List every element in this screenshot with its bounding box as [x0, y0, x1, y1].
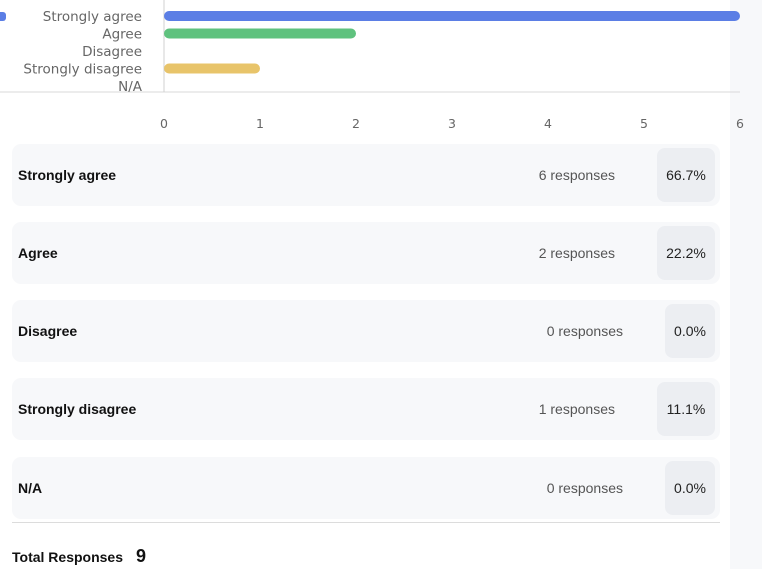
response-count: 0 responses: [546, 480, 623, 496]
option-label: Strongly agree: [18, 167, 117, 183]
x-tick-label: 3: [448, 116, 456, 131]
total-responses-label: Total Responses: [12, 549, 123, 565]
percent-badge: 0.0%: [665, 461, 715, 515]
option-label: Strongly disagree: [18, 401, 137, 417]
result-row-strongly-disagree: Strongly disagree 1 responses 11.1%: [12, 378, 720, 440]
response-count: 2 responses: [538, 245, 615, 261]
option-label: N/A: [18, 480, 43, 496]
bar-agree: [164, 28, 356, 39]
option-label: Disagree: [18, 323, 78, 339]
x-tick-label: 5: [640, 116, 648, 131]
bar-strongly-disagree: [164, 63, 260, 74]
result-row-agree: Agree 2 responses 22.2%: [12, 222, 720, 284]
percent-badge: 66.7%: [657, 148, 715, 202]
response-count: 1 responses: [538, 401, 615, 417]
chart-canvas: Strongly agree AgreeDisagree Strongly disa…: [0, 0, 744, 131]
divider: [12, 522, 720, 523]
response-count: 6 responses: [538, 167, 615, 183]
bar-strongly-agree: [164, 11, 740, 21]
x-tick-label: 0: [160, 116, 168, 131]
result-row-strongly-agree: Strongly agree 6 responses 66.7%: [12, 144, 720, 206]
responses-bar-chart: Strongly agree Agree Disagree Strongly disa…: [0, 0, 762, 140]
x-tick-label: 6: [736, 116, 744, 131]
y-tick-label: Strongly disagree: [23, 62, 142, 78]
result-row-na: N/A 0 responses 0.0%: [12, 457, 720, 519]
result-row-disagree: Disagree 0 responses 0.0%: [12, 300, 720, 362]
option-label: Agree: [18, 245, 58, 261]
y-tick-label: Agree: [102, 27, 142, 43]
x-tick-label: 1: [256, 116, 264, 131]
y-tick-label: Strongly agree: [43, 9, 142, 25]
percent-badge: 22.2%: [657, 226, 715, 280]
percent-badge: 0.0%: [665, 304, 715, 358]
x-tick-label: 2: [352, 116, 360, 131]
x-tick-label: 4: [544, 116, 552, 131]
y-tick-label: Disagree: [82, 44, 142, 60]
percent-badge: 11.1%: [657, 382, 715, 436]
response-count: 0 responses: [546, 323, 623, 339]
total-responses-value: 9: [136, 546, 147, 566]
y-tick-label: N/A: [118, 79, 143, 95]
